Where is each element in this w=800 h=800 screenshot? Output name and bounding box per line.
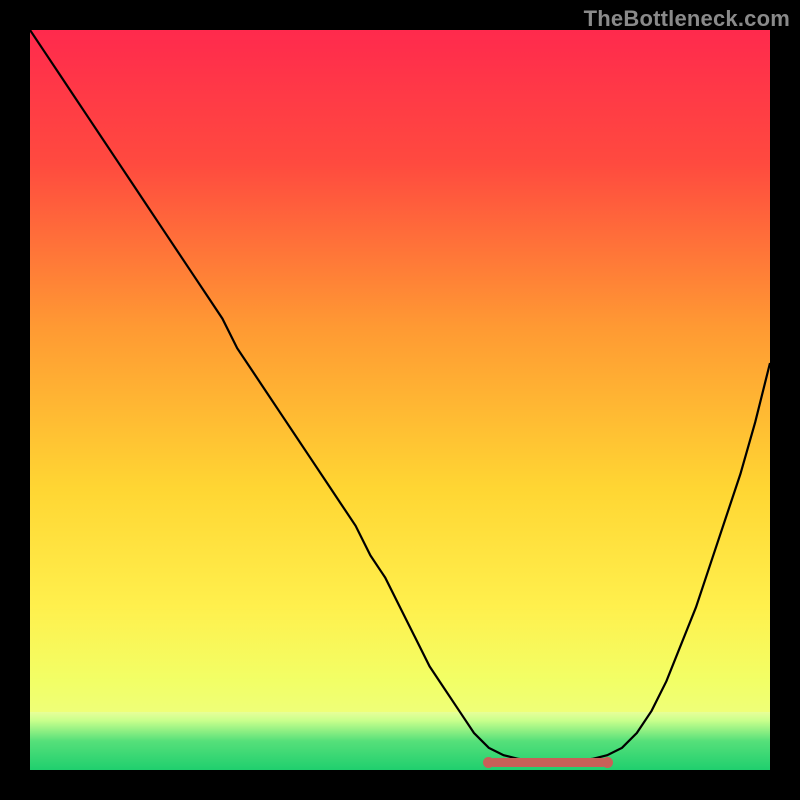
chart-container: TheBottleneck.com	[0, 0, 800, 800]
watermark-text: TheBottleneck.com	[584, 6, 790, 32]
plot-area	[30, 30, 770, 770]
curve-overlay	[30, 30, 770, 770]
